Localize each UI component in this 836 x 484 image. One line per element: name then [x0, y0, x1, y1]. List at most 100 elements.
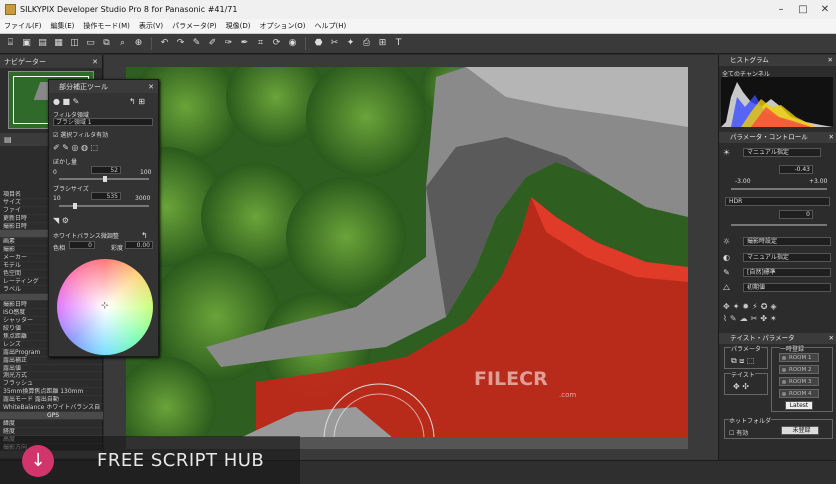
blur-slider-knob[interactable]: [103, 176, 107, 182]
text-icon[interactable]: T: [392, 37, 405, 50]
wb-select[interactable]: 撮影時設定: [743, 237, 831, 246]
brush-size-knob[interactable]: [73, 203, 77, 209]
hotfolder-group: ホットフォルダ ☐ 有効 未登録: [724, 416, 833, 439]
exposure-icon[interactable]: ☀: [722, 148, 731, 157]
undo-icon[interactable]: ↶: [158, 37, 171, 50]
open-icon[interactable]: ⌸: [4, 37, 17, 50]
hdr-value-field[interactable]: 0: [779, 210, 813, 219]
menu-mode[interactable]: 操作モード(M): [83, 21, 130, 31]
redo-icon[interactable]: ↷: [174, 37, 187, 50]
spot-icon[interactable]: ◉: [286, 37, 299, 50]
maximize-icon[interactable]: □: [792, 4, 814, 15]
room-3-button[interactable]: ROOM 3: [779, 377, 819, 386]
taste-group: テイスト ✥ ✣: [724, 370, 768, 395]
partial-tool-header[interactable]: 部分補正ツール ✕: [49, 80, 158, 93]
menu-edit[interactable]: 編集(E): [51, 21, 75, 31]
close-icon[interactable]: ✕: [814, 4, 836, 15]
brush-icon[interactable]: ✂: [328, 37, 341, 50]
hotfolder-enable-checkbox[interactable]: ☐ 有効: [729, 428, 748, 437]
hdr-select[interactable]: HDR: [725, 197, 830, 206]
gray-dropper-icon[interactable]: ✐: [206, 37, 219, 50]
star-icon[interactable]: ✦: [344, 37, 357, 50]
exposure-mode-select[interactable]: マニュアル指定: [743, 148, 821, 157]
close-icon[interactable]: ✕: [829, 333, 834, 344]
minimize-icon[interactable]: –: [770, 4, 792, 15]
close-icon[interactable]: ✕: [92, 58, 98, 66]
skin-dropper-icon[interactable]: ✑: [222, 37, 235, 50]
export-icon[interactable]: ▤: [36, 37, 49, 50]
tone-dropper-icon[interactable]: ✒: [238, 37, 251, 50]
print-icon[interactable]: ⎙: [360, 37, 373, 50]
menu-parameter[interactable]: パラメータ(P): [172, 21, 216, 31]
latest-button[interactable]: Latest: [785, 401, 813, 410]
blur-value-field[interactable]: 52: [91, 166, 121, 174]
menu-file[interactable]: ファイル(F): [4, 21, 42, 31]
wb-dropper-icon[interactable]: ✎: [190, 37, 203, 50]
save-icon[interactable]: ▣: [20, 37, 33, 50]
param-group: パラメータ ⧉ ⧈ ⬚: [724, 344, 768, 369]
filter-enable-checkbox[interactable]: ☑ 選択フィルタ有効: [53, 130, 108, 139]
taste-group-label: テイスト: [731, 370, 755, 379]
compare-icon[interactable]: ⧉: [100, 37, 113, 50]
wb-fine-icon[interactable]: ◐: [722, 253, 731, 262]
photo[interactable]: [126, 67, 688, 449]
exposure-slider[interactable]: [731, 188, 827, 190]
expand-icon[interactable]: ◥ ⚙: [53, 216, 69, 225]
hue-label: 色相: [53, 245, 66, 252]
info-row: 露出値: [0, 365, 103, 373]
brush-area-field[interactable]: ブラシ領域 1: [53, 118, 153, 126]
info-row: 露出モード 露出自動: [0, 396, 103, 405]
close-icon[interactable]: ✕: [829, 132, 834, 143]
toolbar-separator: [151, 37, 152, 50]
download-icon[interactable]: ↓: [22, 445, 54, 477]
thumbnail-view-icon[interactable]: ▦: [52, 37, 65, 50]
menu-help[interactable]: ヘルプ(H): [315, 21, 347, 31]
saturation-field[interactable]: 0.00: [125, 241, 153, 249]
navigator-title: ナビゲーター: [4, 57, 46, 66]
sharpness-icon[interactable]: ⧍: [722, 283, 731, 292]
loupe-icon[interactable]: ⌕: [116, 37, 129, 50]
room-1-button[interactable]: ROOM 1: [779, 353, 819, 362]
close-icon[interactable]: ✕: [828, 55, 833, 66]
brush-tool-icons[interactable]: ↰ ⊞: [129, 97, 145, 106]
color-wheel[interactable]: ⊹: [57, 259, 153, 355]
hue-field[interactable]: 0: [69, 241, 95, 249]
menu-view[interactable]: 表示(V): [139, 21, 163, 31]
tone-icon[interactable]: ✎: [722, 268, 731, 277]
hotfolder-unregistered-button[interactable]: 未登録: [781, 426, 819, 435]
wb-reset-icon[interactable]: ↰: [141, 231, 148, 240]
brush-mode-icons[interactable]: ✐ ✎ ◎ ◍ ⬚: [53, 143, 98, 152]
tool-icon-grid[interactable]: ✥✦✹⚡✪◈ ⌇✎☁✂✤✶: [723, 301, 833, 325]
image-view[interactable]: FILECR .com: [104, 55, 718, 460]
room-2-button[interactable]: ROOM 2: [779, 365, 819, 374]
partial-tool-title: 部分補正ツール: [59, 82, 108, 91]
sharpness-select[interactable]: 初期値: [743, 283, 831, 292]
zoom-icon[interactable]: ⊕: [132, 37, 145, 50]
wb-icon[interactable]: ☼: [722, 237, 731, 246]
develop-icon[interactable]: ⊞: [376, 37, 389, 50]
close-icon[interactable]: ✕: [148, 83, 154, 91]
filter-circle-icon[interactable]: ● ■ ✎: [53, 97, 79, 106]
wb-manual-select[interactable]: マニュアル指定: [743, 253, 831, 262]
tone-select[interactable]: [自然]標準: [743, 268, 831, 277]
hdr-slider[interactable]: [731, 224, 827, 226]
preview-view-icon[interactable]: ◫: [68, 37, 81, 50]
exposure-min: -3.00: [735, 178, 751, 185]
blur-max: 100: [140, 169, 152, 176]
filecr-watermark: FILECR: [474, 368, 548, 390]
taste-icons[interactable]: ✥ ✣: [733, 382, 749, 391]
exposure-value-field[interactable]: -0.43: [779, 165, 813, 174]
info-tab-icon[interactable]: ▤: [4, 135, 12, 144]
brush-size-field[interactable]: 535: [91, 192, 121, 200]
color-target-icon[interactable]: ⊹: [101, 301, 109, 311]
param-copy-icons[interactable]: ⧉ ⧈ ⬚: [731, 356, 754, 366]
rotate-icon[interactable]: ⟳: [270, 37, 283, 50]
partial-correction-icon[interactable]: ⬣: [312, 37, 325, 50]
menu-options[interactable]: オプション(O): [260, 21, 306, 31]
crop-icon[interactable]: ⌗: [254, 37, 267, 50]
menu-develop[interactable]: 現像(D): [226, 21, 251, 31]
info-row: 経度: [0, 428, 103, 436]
room-4-button[interactable]: ROOM 4: [779, 389, 819, 398]
full-view-icon[interactable]: ▭: [84, 37, 97, 50]
photo-illustration: [126, 67, 688, 449]
